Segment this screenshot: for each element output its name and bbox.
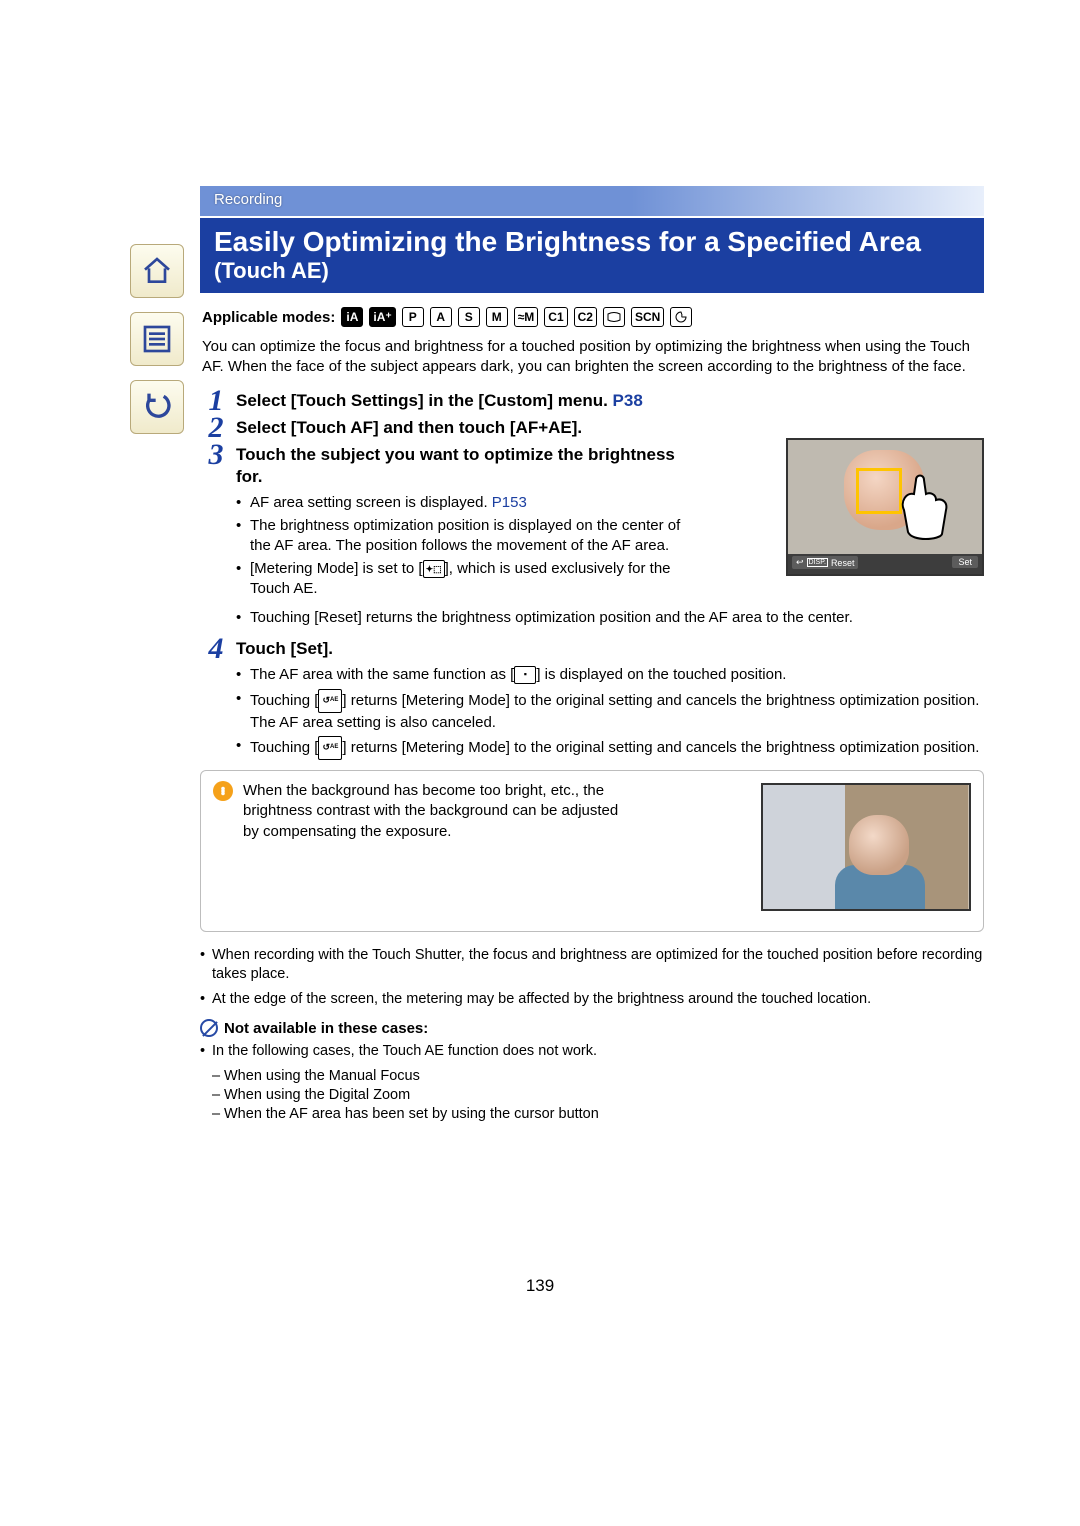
not-available-icon <box>200 1019 218 1037</box>
na-item: When using the Digital Zoom <box>200 1086 984 1105</box>
section-label: Recording <box>214 191 282 208</box>
tip-box: When the background has become too brigh… <box>200 770 984 932</box>
step-3-bullet: The brightness optimization position is … <box>236 516 686 555</box>
page-title: Easily Optimizing the Brightness for a S… <box>214 226 921 257</box>
step-4: 4 Touch [Set]. The AF area with the same… <box>200 638 984 760</box>
step-3: 3 Touch the subject you want to optimize… <box>200 444 984 628</box>
mode-chip-p: P <box>402 307 424 327</box>
mode-chip-mv: ≈M <box>514 307 539 327</box>
mode-chip-m: M <box>486 307 508 327</box>
set-button-on-screen: Set <box>952 556 978 568</box>
mode-chip-c1: C1 <box>544 307 567 327</box>
step-1: 1 Select [Touch Settings] in the [Custom… <box>200 390 984 411</box>
na-item: When the AF area has been set by using t… <box>200 1105 984 1124</box>
mode-chip-s: S <box>458 307 480 327</box>
mode-chip-ia-plus: iA⁺ <box>369 307 395 327</box>
exposure-compensation-illustration <box>761 783 971 911</box>
back-arrow-icon <box>141 391 173 423</box>
applicable-label: Applicable modes: <box>202 309 335 326</box>
mode-chip-scn: SCN <box>631 307 664 327</box>
mode-chip-creative <box>670 307 692 327</box>
page-ref-link[interactable]: P153 <box>492 494 527 511</box>
tip-text: When the background has become too brigh… <box>243 781 623 842</box>
mode-chip-a: A <box>430 307 452 327</box>
step-3-bullet: AF area setting screen is displayed. P15… <box>236 493 686 513</box>
tip-bulb-icon <box>213 781 233 801</box>
step-2: 2 Select [Touch AF] and then touch [AF+A… <box>200 417 984 438</box>
metering-touchae-icon: ✦⬚ <box>423 560 445 578</box>
intro-paragraph: You can optimize the focus and brightnes… <box>202 337 982 375</box>
applicable-modes-row: Applicable modes: iA iA⁺ P A S M ≈M C1 C… <box>202 307 982 327</box>
step-4-title: Touch [Set]. <box>236 639 333 658</box>
contents-button[interactable] <box>130 312 184 366</box>
af-area-icon: ▪ <box>514 666 536 684</box>
page-title-bar: Easily Optimizing the Brightness for a S… <box>200 218 984 293</box>
back-button[interactable] <box>130 380 184 434</box>
note-item: When recording with the Touch Shutter, t… <box>200 946 984 984</box>
mode-chip-c2: C2 <box>574 307 597 327</box>
step-4-bullet: Touching [↺AE] returns [Metering Mode] t… <box>236 736 984 760</box>
na-intro: In the following cases, the Touch AE fun… <box>200 1042 984 1061</box>
cancel-ae-icon: ↺AE <box>318 736 342 760</box>
step-4-bullet: Touching [↺AE] returns [Metering Mode] t… <box>236 689 984 733</box>
step-1-title: Select [Touch Settings] in the [Custom] … <box>236 391 613 410</box>
reset-button-on-screen: ↩DISP.Reset <box>792 556 858 569</box>
touch-hand-icon <box>896 472 956 542</box>
doc-sidebar <box>130 244 184 434</box>
cancel-af-ae-icon: ↺AE <box>318 689 342 713</box>
step-2-title: Select [Touch AF] and then touch [AF+AE]… <box>236 418 582 437</box>
home-button[interactable] <box>130 244 184 298</box>
additional-notes: When recording with the Touch Shutter, t… <box>200 946 984 1123</box>
step-number: 4 <box>200 632 232 666</box>
section-header: Recording <box>200 186 984 216</box>
note-item: At the edge of the screen, the metering … <box>200 990 984 1009</box>
home-icon <box>141 255 173 287</box>
mode-chip-ia: iA <box>341 307 363 327</box>
step-3-title: Touch the subject you want to optimize t… <box>236 445 675 485</box>
page-title-sub: (Touch AE) <box>214 258 329 283</box>
page-number: 139 <box>0 1276 1080 1296</box>
list-icon <box>141 323 173 355</box>
na-item: When using the Manual Focus <box>200 1067 984 1086</box>
step-number: 3 <box>200 438 232 472</box>
step-3-bullet: Touching [Reset] returns the brightness … <box>236 608 984 628</box>
mode-chip-pano <box>603 307 625 327</box>
step-3-bullet: [Metering Mode] is set to [✦⬚], which is… <box>236 559 686 598</box>
touch-ae-illustration: ↩DISP.Reset Set <box>786 438 984 576</box>
page-ref-link[interactable]: P38 <box>613 391 643 410</box>
not-available-header: Not available in these cases: <box>224 1019 428 1039</box>
step-4-bullet: The AF area with the same function as [▪… <box>236 665 984 685</box>
